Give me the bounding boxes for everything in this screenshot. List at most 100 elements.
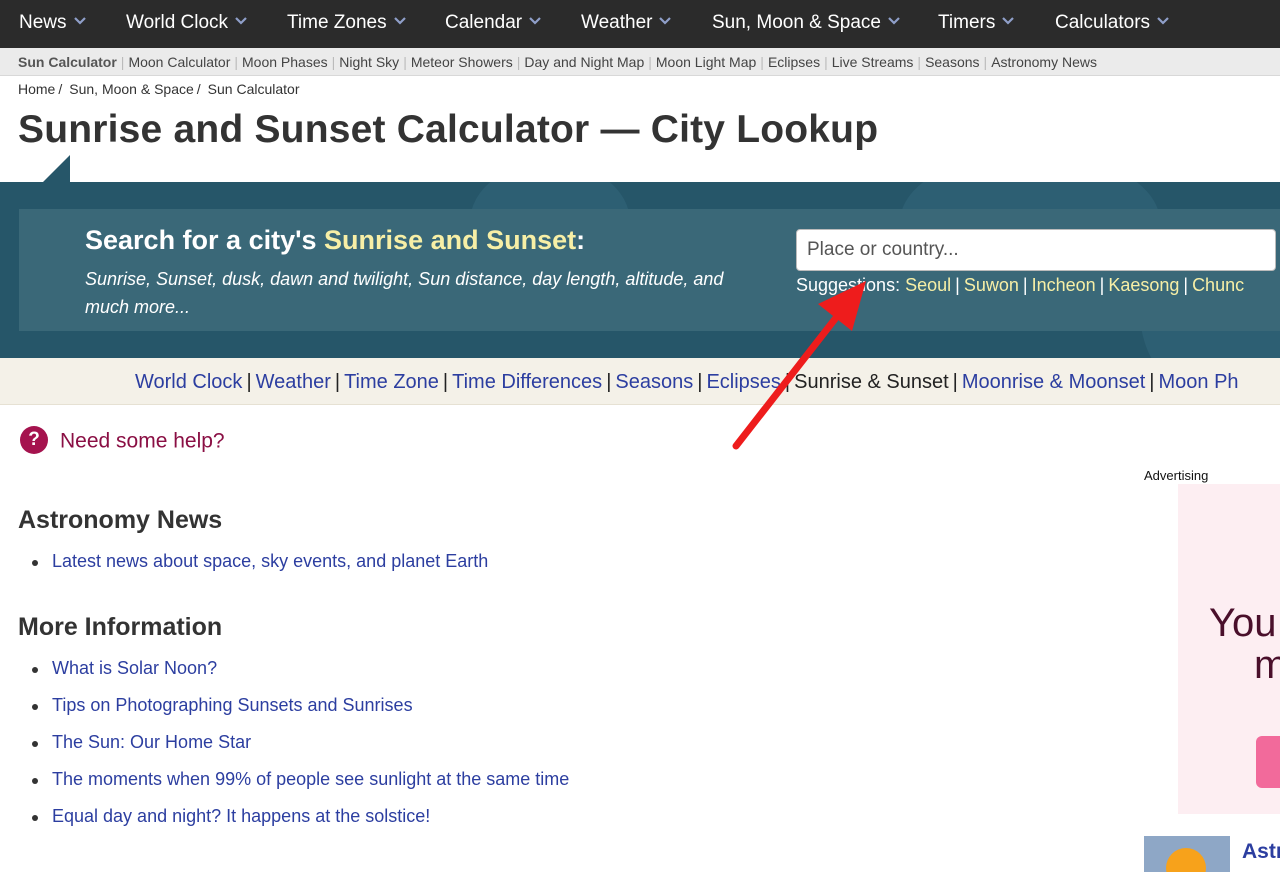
subnav-eclipses[interactable]: Eclipses — [768, 54, 820, 70]
subnav-day-night-map[interactable]: Day and Night Map — [524, 54, 644, 70]
breadcrumb: Home / Sun, Moon & Space / Sun Calculator — [18, 81, 300, 97]
nav-time-zones[interactable]: Time Zones — [287, 0, 407, 48]
advertisement[interactable]: You m — [1178, 484, 1280, 814]
city-search-banner: Search for a city's Sunrise and Sunset: … — [0, 182, 1280, 358]
suggestion-seoul[interactable]: Seoul — [905, 275, 951, 295]
nav-sun-moon-space[interactable]: Sun, Moon & Space — [712, 0, 901, 48]
section-weather[interactable]: Weather — [256, 371, 331, 393]
nav-calendar[interactable]: Calendar — [445, 0, 542, 48]
separator: | — [246, 371, 252, 393]
breadcrumb-separator: / — [196, 81, 201, 97]
subnav-live-streams[interactable]: Live Streams — [832, 54, 914, 70]
question-circle-icon: ? — [20, 426, 48, 454]
city-search-input[interactable] — [796, 229, 1276, 271]
separator: | — [1022, 275, 1028, 295]
subnav-seasons[interactable]: Seasons — [925, 54, 979, 70]
section-seasons[interactable]: Seasons — [615, 371, 693, 393]
suggestion-chunc[interactable]: Chunc — [1192, 275, 1244, 295]
search-suggestions: Suggestions: Seoul | Suwon | Incheon | Kaesong… — [796, 275, 1244, 296]
info-link-equal-day-night[interactable]: Equal day and night? It happens at the s… — [52, 806, 430, 826]
suggestion-suwon[interactable]: Suwon — [964, 275, 1019, 295]
subnav-moon-calculator[interactable]: Moon Calculator — [128, 54, 230, 70]
info-link-sunlight-moments[interactable]: The moments when 99% of people see sunli… — [52, 769, 569, 789]
astronomy-news-link[interactable]: Latest news about space, sky events, and… — [52, 551, 488, 571]
section-time-zone[interactable]: Time Zone — [344, 371, 439, 393]
nav-world-clock[interactable]: World Clock — [126, 0, 248, 48]
section-world-clock[interactable]: World Clock — [135, 371, 242, 393]
separator: | — [917, 54, 922, 70]
nav-calculators[interactable]: Calculators — [1055, 0, 1170, 48]
nav-calendar-label: Calendar — [445, 12, 523, 33]
sub-navigation: Sun Calculator | Moon Calculator | Moon Phas… — [0, 48, 1280, 76]
nav-world-clock-label: World Clock — [126, 12, 229, 33]
astronomy-thumbnail[interactable] — [1144, 836, 1230, 872]
breadcrumb-home[interactable]: Home — [18, 81, 55, 97]
search-heading-highlight: Sunrise and Sunset — [324, 225, 577, 255]
separator: | — [403, 54, 407, 70]
subnav-moon-light-map[interactable]: Moon Light Map — [656, 54, 756, 70]
nav-timers[interactable]: Timers — [938, 0, 1015, 48]
separator: | — [955, 275, 960, 295]
suggestion-incheon[interactable]: Incheon — [1032, 275, 1096, 295]
nav-weather[interactable]: Weather — [581, 0, 672, 48]
nav-time-zones-label: Time Zones — [287, 12, 387, 33]
list-item: Latest news about space, sky events, and… — [31, 551, 488, 588]
page-title: Sunrise and Sunset Calculator — City Loo… — [18, 108, 879, 151]
separator: | — [331, 54, 336, 70]
separator: | — [1183, 275, 1189, 295]
subnav-astronomy-news[interactable]: Astronomy News — [991, 54, 1097, 70]
section-eclipses[interactable]: Eclipses — [706, 371, 780, 393]
search-heading: Search for a city's Sunrise and Sunset: — [85, 225, 585, 256]
separator: | — [1099, 275, 1105, 295]
help-link-label: Need some help? — [60, 429, 225, 453]
search-heading-prefix: Search for a city's — [85, 225, 317, 255]
ad-button[interactable] — [1256, 736, 1280, 788]
subnav-night-sky[interactable]: Night Sky — [339, 54, 399, 70]
nav-weather-label: Weather — [581, 12, 653, 33]
info-link-sun-home-star[interactable]: The Sun: Our Home Star — [52, 732, 251, 752]
nav-timers-label: Timers — [938, 12, 996, 33]
section-time-differences[interactable]: Time Differences — [452, 371, 602, 393]
nav-calculators-label: Calculators — [1055, 12, 1151, 33]
separator: | — [784, 371, 791, 393]
list-item: Tips on Photographing Sunsets and Sunris… — [31, 695, 569, 732]
separator: | — [648, 54, 652, 70]
separator: | — [334, 371, 341, 393]
separator: | — [952, 371, 958, 393]
separator: | — [983, 54, 988, 70]
sidebar-teaser-title[interactable]: Astr — [1242, 840, 1280, 864]
nav-news[interactable]: News — [19, 0, 87, 48]
list-item: Equal day and night? It happens at the s… — [31, 806, 569, 843]
help-link[interactable]: ? Need some help? — [20, 426, 225, 456]
subnav-sun-calculator[interactable]: Sun Calculator — [18, 54, 117, 70]
subnav-moon-phases[interactable]: Moon Phases — [242, 54, 328, 70]
breadcrumb-sun-moon-space[interactable]: Sun, Moon & Space — [69, 81, 194, 97]
info-link-photographing[interactable]: Tips on Photographing Sunsets and Sunris… — [52, 695, 413, 715]
separator: | — [606, 371, 612, 393]
separator: | — [760, 54, 764, 70]
separator: | — [697, 371, 703, 393]
astronomy-news-heading: Astronomy News — [18, 506, 223, 534]
sun-icon — [1166, 848, 1206, 872]
more-information-heading: More Information — [18, 613, 223, 641]
separator: | — [442, 371, 449, 393]
breadcrumb-sun-calculator[interactable]: Sun Calculator — [208, 81, 300, 97]
search-subtitle: Sunrise, Sunset, dusk, dawn and twilight… — [85, 269, 724, 317]
nav-news-label: News — [19, 12, 67, 33]
separator: | — [824, 54, 828, 70]
ad-headline-line: You — [1209, 601, 1277, 645]
section-moonrise-moonset[interactable]: Moonrise & Moonset — [962, 371, 1145, 393]
subnav-meteor-showers[interactable]: Meteor Showers — [411, 54, 513, 70]
chevron-down-icon — [393, 17, 406, 25]
suggestion-kaesong[interactable]: Kaesong — [1108, 275, 1179, 295]
ad-headline-line: m — [1254, 643, 1280, 687]
separator: | — [516, 54, 521, 70]
section-navigation: World Clock | Weather | Time Zone | Time Diffe… — [0, 358, 1280, 405]
ad-headline: You m — [1209, 602, 1280, 686]
more-information-list: What is Solar Noon? Tips on Photographin… — [31, 658, 569, 843]
advertising-label: Advertising — [1144, 468, 1209, 483]
section-moon-phases[interactable]: Moon Ph — [1158, 371, 1238, 393]
section-sunrise-sunset-current: Sunrise & Sunset — [794, 371, 949, 393]
info-link-solar-noon[interactable]: What is Solar Noon? — [52, 658, 217, 678]
list-item: The Sun: Our Home Star — [31, 732, 569, 769]
